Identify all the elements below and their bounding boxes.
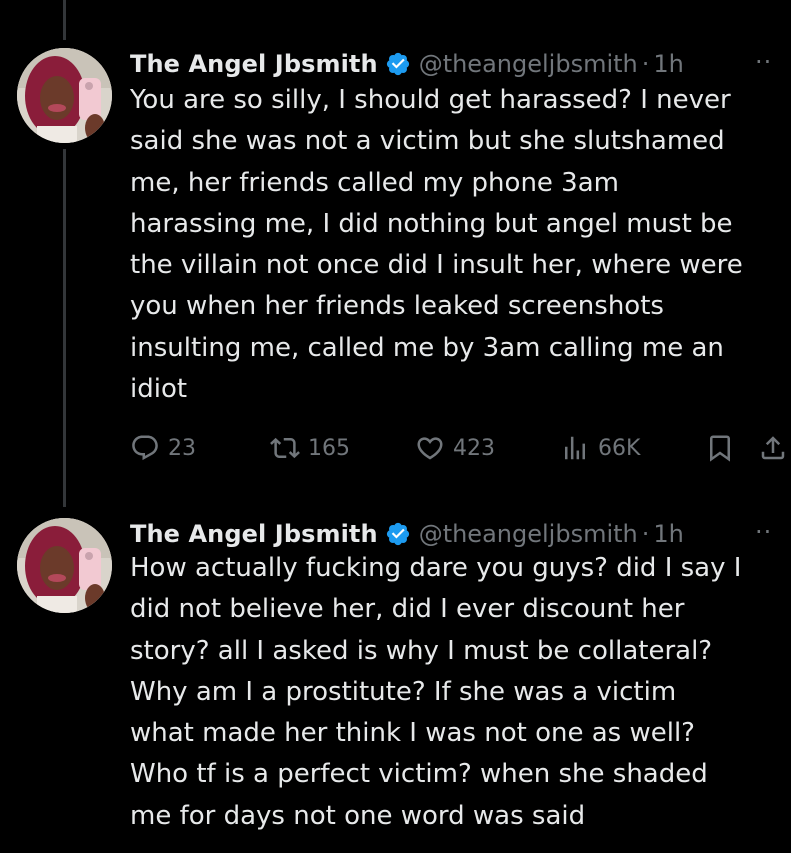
separator-dot: · bbox=[641, 50, 650, 78]
retweet-button[interactable]: 165 bbox=[270, 428, 350, 468]
views-icon bbox=[565, 437, 585, 460]
user-handle[interactable]: @theangeljbsmith bbox=[419, 520, 638, 548]
tweet-header: The Angel Jbsmith @theangeljbsmith · 1h … bbox=[130, 42, 791, 86]
timestamp[interactable]: 1h bbox=[653, 520, 683, 548]
more-icon[interactable]: ·· bbox=[755, 518, 772, 546]
like-button[interactable]: 423 bbox=[415, 428, 495, 468]
like-count: 423 bbox=[453, 435, 495, 461]
reply-button[interactable]: 23 bbox=[130, 428, 196, 468]
separator-dot: · bbox=[641, 520, 650, 548]
reply-count: 23 bbox=[168, 435, 196, 461]
verified-badge-icon bbox=[385, 51, 411, 77]
tweet-actions: 23 165 423 66K bbox=[130, 428, 791, 468]
display-name[interactable]: The Angel Jbsmith bbox=[130, 520, 378, 548]
user-handle[interactable]: @theangeljbsmith bbox=[419, 50, 638, 78]
tweet-header: The Angel Jbsmith @theangeljbsmith · 1h … bbox=[130, 512, 791, 556]
share-button[interactable] bbox=[758, 428, 788, 468]
reply-icon bbox=[132, 435, 158, 461]
tweet-content: The Angel Jbsmith @theangeljbsmith · 1h … bbox=[130, 40, 791, 468]
verified-badge-icon bbox=[385, 521, 411, 547]
thread-line-top bbox=[63, 0, 66, 40]
bookmark-button[interactable] bbox=[705, 428, 735, 468]
tweet-text: How actually fucking dare you guys? did … bbox=[130, 553, 742, 831]
tweet-content: The Angel Jbsmith @theangeljbsmith · 1h … bbox=[130, 508, 791, 837]
display-name[interactable]: The Angel Jbsmith bbox=[130, 50, 378, 78]
avatar-image bbox=[17, 518, 112, 613]
share-icon bbox=[761, 436, 785, 460]
timestamp[interactable]: 1h bbox=[653, 50, 683, 78]
tweet-text: You are so silly, I should get harassed?… bbox=[130, 85, 743, 405]
avatar[interactable] bbox=[17, 518, 112, 613]
views-count: 66K bbox=[598, 435, 641, 461]
retweet-icon bbox=[270, 438, 300, 459]
retweet-count: 165 bbox=[308, 435, 350, 461]
bookmark-icon bbox=[710, 435, 730, 463]
more-icon[interactable]: ·· bbox=[755, 48, 772, 76]
views-button[interactable]: 66K bbox=[560, 428, 640, 468]
avatar-image bbox=[17, 48, 112, 143]
thread-line bbox=[63, 149, 66, 507]
like-icon bbox=[417, 437, 443, 460]
avatar[interactable] bbox=[17, 48, 112, 143]
